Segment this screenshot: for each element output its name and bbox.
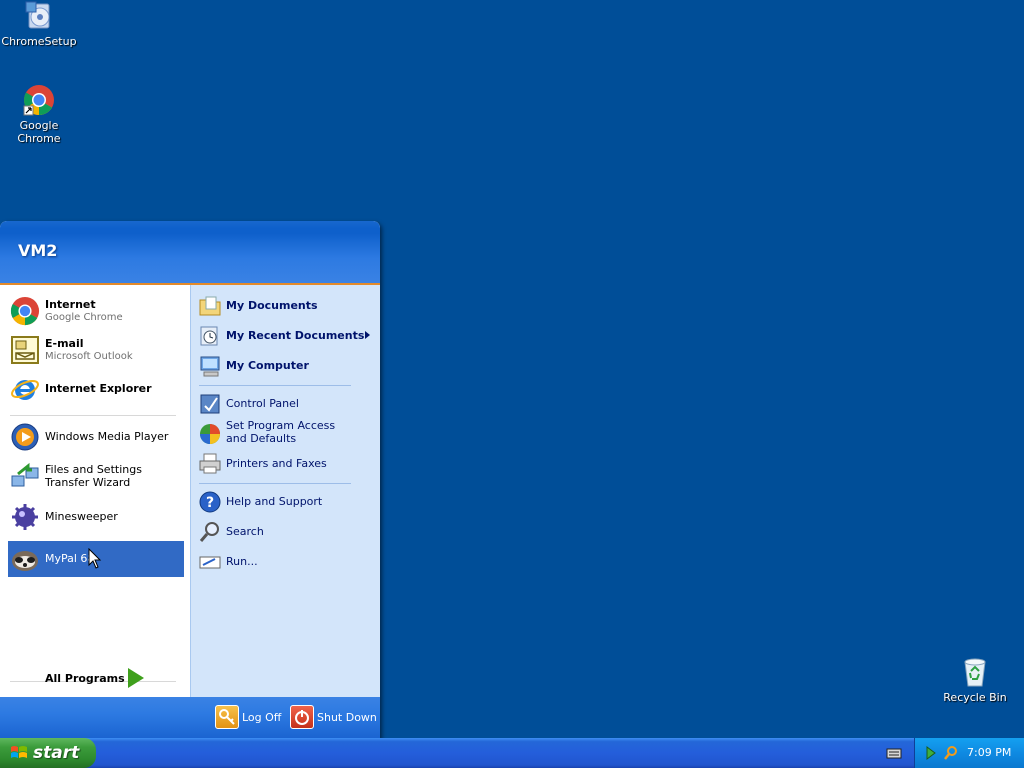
start-item-help-support[interactable]: ? Help and Support (197, 489, 375, 515)
outlook-icon (10, 335, 40, 365)
search-icon (198, 520, 222, 544)
start-item-search[interactable]: Search (197, 519, 375, 545)
separator (199, 483, 351, 484)
start-item-title-text: Files and Settings Transfer Wizard (45, 463, 142, 489)
recycle-bin-icon (959, 656, 991, 688)
desktop-icon-label: ChromeSetup (1, 35, 77, 48)
start-label: start (33, 743, 80, 763)
start-item-label: Run... (226, 555, 258, 568)
separator (199, 385, 351, 386)
start-item-control-panel[interactable]: Control Panel (197, 391, 375, 417)
start-item-email[interactable]: E-mail Microsoft Outlook (8, 332, 184, 368)
start-item-internet[interactable]: Internet Google Chrome (8, 293, 184, 329)
taskbar: start 7:09 PM (0, 738, 1024, 768)
installer-icon (23, 0, 55, 32)
recent-documents-icon (198, 324, 222, 348)
start-item-subtitle: Microsoft Outlook (45, 351, 133, 362)
shut-down-button[interactable]: Shut Down (290, 705, 377, 731)
chrome-icon (23, 84, 55, 116)
computer-icon (198, 354, 222, 378)
clock[interactable]: 7:09 PM (967, 746, 1011, 759)
start-item-title: Windows Media Player (45, 430, 169, 443)
start-menu-footer: Log Off Shut Down (0, 697, 380, 739)
svg-text:?: ? (206, 495, 214, 511)
start-item-windows-media-player[interactable]: Windows Media Player (8, 419, 184, 455)
mypal-icon (10, 544, 40, 574)
folder-documents-icon (198, 294, 222, 318)
power-icon (290, 705, 314, 729)
start-menu-left-pane: Internet Google Chrome E-mail Microsoft … (0, 285, 191, 697)
key-icon (215, 705, 239, 729)
desktop-icon-chromesetup[interactable]: ChromeSetup (0, 0, 78, 48)
start-item-title: Internet (45, 298, 96, 311)
run-icon (198, 550, 222, 574)
start-item-label: Printers and Faxes (226, 457, 327, 470)
network-icon[interactable] (925, 745, 941, 761)
all-programs-label: All Programs (45, 672, 125, 685)
start-item-subtitle: Google Chrome (45, 312, 123, 323)
start-item-internet-explorer[interactable]: Internet Explorer (8, 371, 184, 407)
desktop-icon-label: Recycle Bin (943, 691, 1007, 704)
start-item-label: My Recent Documents (226, 329, 365, 342)
program-access-icon (198, 422, 222, 446)
start-item-label: My Documents (226, 299, 318, 312)
shut-down-label: Shut Down (317, 711, 377, 724)
start-item-transfer-wizard[interactable]: Files and Settings Transfer Wizard (8, 459, 184, 495)
help-icon: ? (198, 490, 222, 514)
separator (10, 415, 176, 416)
minesweeper-icon (10, 502, 40, 532)
desktop-icon-label: Google Chrome (17, 119, 61, 145)
start-item-label: Control Panel (226, 397, 299, 410)
start-menu-right-pane: My Documents My Recent Documents My Comp… (190, 285, 380, 697)
user-name: VM2 (18, 241, 58, 260)
start-item-my-computer[interactable]: My Computer (197, 353, 375, 379)
start-menu-header: VM2 (0, 221, 380, 285)
system-tray: 7:09 PM (914, 738, 1024, 768)
start-item-set-program-access[interactable]: Set Program Access and Defaults (197, 419, 375, 449)
start-item-label: My Computer (226, 359, 309, 372)
start-item-title: Files and Settings Transfer Wizard (45, 463, 180, 489)
mouse-cursor-icon (88, 547, 102, 570)
start-item-title: E-mail (45, 337, 84, 350)
start-item-my-documents[interactable]: My Documents (197, 293, 375, 319)
media-player-icon (10, 422, 40, 452)
desktop-icon-google-chrome[interactable]: Google Chrome (0, 84, 78, 145)
start-item-title: Minesweeper (45, 510, 118, 523)
start-menu: VM2 Internet Google Chrome E-mail Micros… (0, 221, 380, 739)
search-icon[interactable] (943, 745, 959, 761)
log-off-button[interactable]: Log Off (215, 705, 285, 731)
start-item-minesweeper[interactable]: Minesweeper (8, 499, 184, 535)
start-item-label: Help and Support (226, 495, 323, 508)
printer-icon (198, 452, 222, 476)
start-item-label: Search (226, 525, 264, 538)
log-off-label: Log Off (242, 711, 282, 724)
start-item-title: Internet Explorer (45, 382, 152, 395)
start-item-label: Set Program Access and Defaults (226, 419, 336, 445)
control-panel-icon (198, 392, 222, 416)
desktop-icon-recycle-bin[interactable]: Recycle Bin (936, 656, 1014, 704)
arrow-right-icon (128, 668, 144, 688)
start-button[interactable]: start (0, 738, 96, 768)
all-programs-button[interactable]: All Programs (40, 665, 160, 691)
submenu-arrow-icon (365, 331, 370, 339)
start-item-printers-faxes[interactable]: Printers and Faxes (197, 451, 375, 477)
start-item-my-recent-documents[interactable]: My Recent Documents (197, 323, 375, 349)
chrome-icon (10, 296, 40, 326)
start-item-run[interactable]: Run... (197, 549, 375, 575)
internet-explorer-icon (10, 374, 40, 404)
transfer-wizard-icon (10, 462, 40, 492)
windows-logo-icon (10, 745, 28, 761)
keyboard-icon[interactable] (886, 746, 902, 760)
